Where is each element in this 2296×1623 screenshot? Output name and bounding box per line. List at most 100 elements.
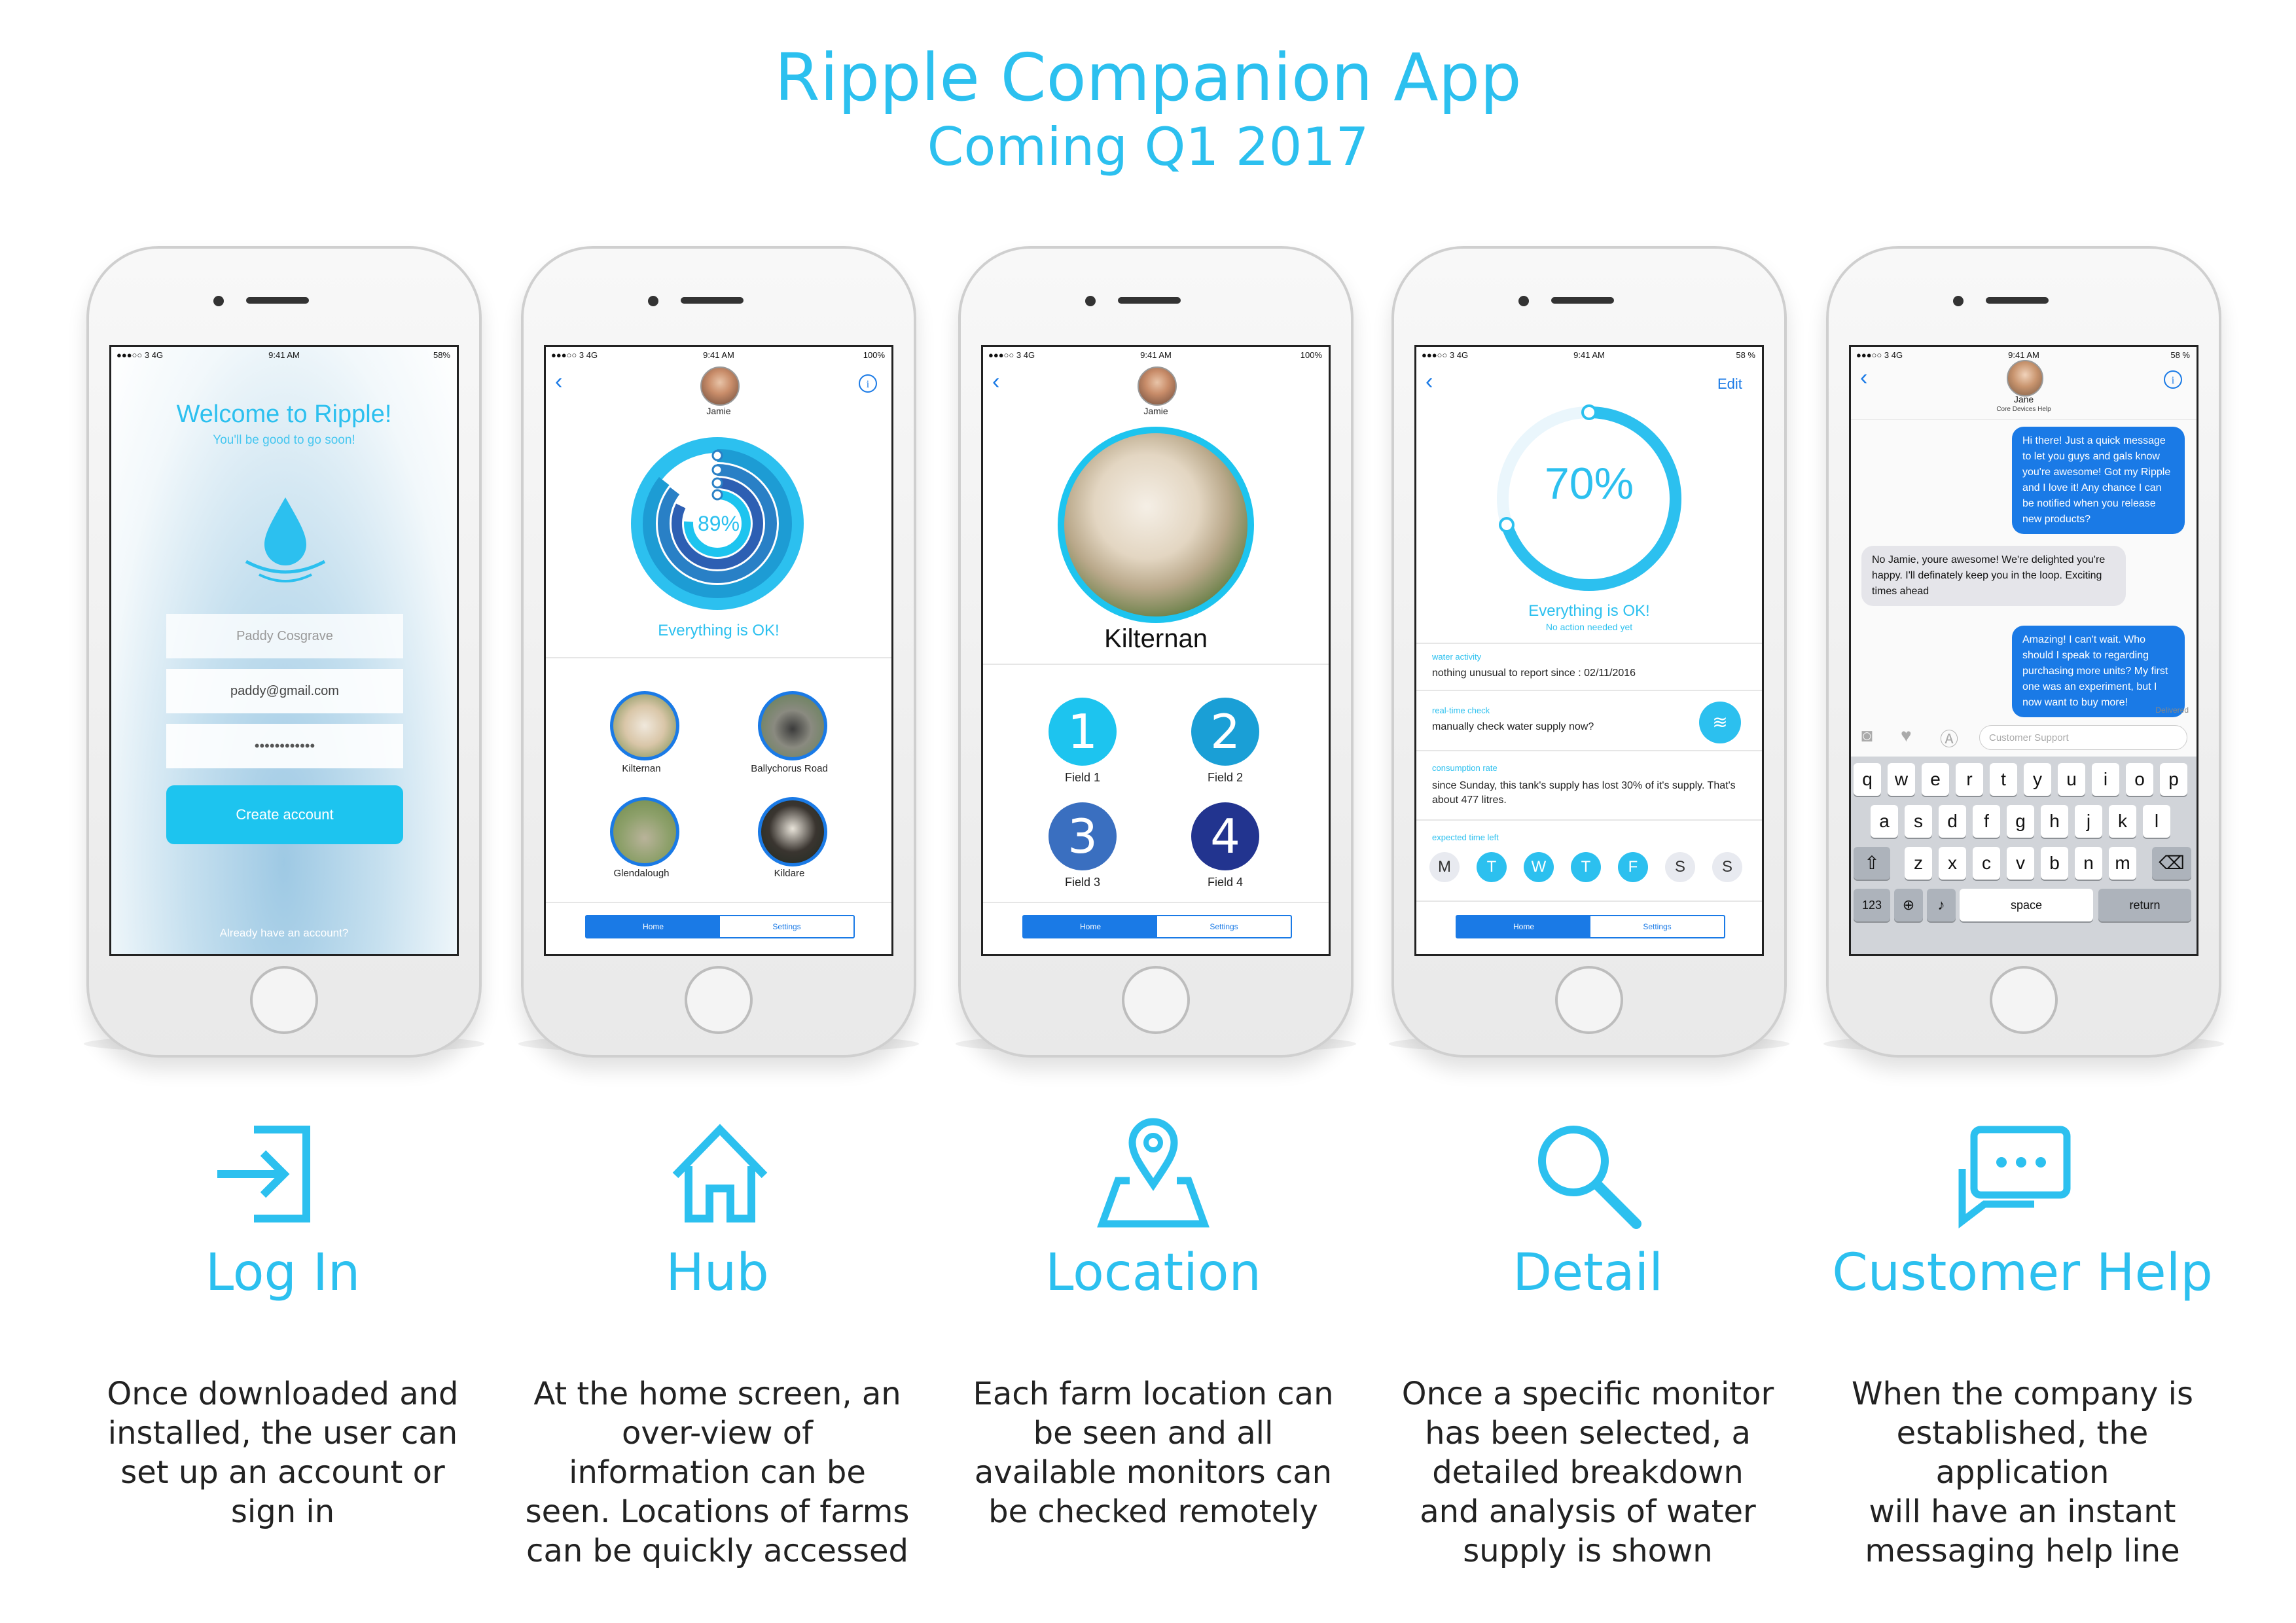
camera-icon[interactable]: ◙ (1861, 725, 1873, 746)
back-chevron-icon[interactable]: ‹ (555, 369, 562, 395)
desc-line: established, the application (1896, 1415, 2149, 1491)
feature-title: Hub (666, 1243, 769, 1302)
key[interactable]: n (2075, 847, 2102, 880)
globe-key-icon[interactable]: ⊕ (1894, 889, 1923, 921)
key[interactable]: p (2160, 763, 2187, 796)
welcome-heading: Welcome to Ripple! (176, 401, 392, 428)
realtime-check-button[interactable]: ≋ (1699, 702, 1741, 743)
key[interactable]: c (1973, 847, 2000, 880)
microphone-key-icon[interactable]: ♪ (1927, 889, 1956, 921)
day-chip[interactable]: T (1477, 852, 1507, 882)
detail-substatus: No action needed yet (1545, 622, 1633, 632)
back-chevron-icon[interactable]: ‹ (1426, 369, 1433, 395)
key[interactable]: x (1939, 847, 1966, 880)
return-key[interactable]: return (2098, 889, 2191, 921)
location-label: Glendalough (613, 868, 670, 879)
key[interactable]: d (1939, 805, 1966, 838)
tab-home[interactable]: Home (1024, 916, 1157, 937)
home-button[interactable] (1990, 966, 2058, 1034)
home-button[interactable] (1555, 966, 1623, 1034)
info-icon[interactable]: i (857, 373, 878, 394)
day-chip[interactable]: F (1618, 852, 1648, 882)
camera (1085, 296, 1096, 306)
tab-home[interactable]: Home (1457, 916, 1590, 937)
field-3-button[interactable]: 3 (1049, 802, 1117, 870)
space-key[interactable]: space (1960, 889, 2093, 921)
home-button[interactable] (1122, 966, 1190, 1034)
day-chip[interactable]: S (1712, 852, 1742, 882)
back-chevron-icon[interactable]: ‹ (1860, 365, 1867, 391)
day-chip[interactable]: M (1429, 852, 1460, 882)
location-thumb-glendalough[interactable] (610, 797, 679, 866)
edit-button[interactable]: Edit (1717, 376, 1742, 393)
password-field[interactable]: •••••••••••• (166, 724, 403, 768)
location-label: Kilternan (622, 763, 661, 774)
message-input[interactable]: Customer Support (1979, 725, 2187, 750)
email-field[interactable]: paddy@gmail.com (166, 669, 403, 713)
backspace-key-icon[interactable]: ⌫ (2152, 847, 2191, 880)
key[interactable]: h (2041, 805, 2068, 838)
key[interactable]: g (2007, 805, 2034, 838)
field-2-button[interactable]: 2 (1191, 698, 1259, 766)
sign-in-link[interactable]: Already have an account? (111, 927, 457, 940)
key[interactable]: q (1854, 763, 1881, 796)
tab-settings[interactable]: Settings (1590, 916, 1724, 937)
key[interactable]: v (2007, 847, 2034, 880)
key[interactable]: a (1871, 805, 1898, 838)
tab-settings[interactable]: Settings (1157, 916, 1291, 937)
key[interactable]: l (2143, 805, 2170, 838)
day-chip[interactable]: W (1524, 852, 1554, 882)
field-4-button[interactable]: 4 (1191, 802, 1259, 870)
phone-login: ●●●○○ 3 4G 9:41 AM 58% Welcome to Ripple! … (84, 246, 484, 1058)
tab-home[interactable]: Home (586, 916, 720, 937)
key[interactable]: j (2075, 805, 2102, 838)
message-received: No Jamie, youre awesome! We're delighted… (1861, 546, 2126, 606)
key[interactable]: u (2058, 763, 2085, 796)
key[interactable]: r (1956, 763, 1983, 796)
page-title: Ripple Companion App (774, 39, 1522, 116)
divider (1416, 643, 1762, 644)
key[interactable]: o (2126, 763, 2153, 796)
desc-line: At the home screen, an (533, 1376, 901, 1412)
key[interactable]: w (1888, 763, 1915, 796)
numbers-key[interactable]: 123 (1854, 889, 1890, 921)
key[interactable]: m (2109, 847, 2136, 880)
day-chip[interactable]: T (1571, 852, 1601, 882)
desc-line: installed, the user can (107, 1415, 458, 1452)
help-screen: ●●●○○ 3 4G 9:41 AM 58 % ‹ i Jane Core Devi… (1849, 345, 2198, 956)
shift-key-icon[interactable]: ⇧ (1854, 847, 1890, 880)
heart-icon[interactable]: ♥ (1901, 725, 1912, 746)
location-thumb-kildare[interactable] (758, 797, 827, 866)
desc-line: Once a specific monitor (1401, 1376, 1774, 1412)
key[interactable]: s (1905, 805, 1932, 838)
search-icon (1538, 1126, 1641, 1229)
location-thumb-ballychorus[interactable] (758, 691, 827, 760)
hub-status: Everything is OK! (658, 622, 780, 639)
key[interactable]: b (2041, 847, 2068, 880)
desc-line: Once downloaded and (107, 1376, 459, 1412)
field-label: Field 2 (1207, 771, 1244, 784)
info-icon[interactable]: i (2162, 369, 2183, 390)
desc-line: Each farm location can (973, 1376, 1334, 1412)
location-thumb-kilternan[interactable] (610, 691, 679, 760)
divider (1416, 819, 1762, 821)
name-field[interactable]: Paddy Cosgrave (166, 614, 403, 658)
home-button[interactable] (685, 966, 753, 1034)
key[interactable]: k (2109, 805, 2136, 838)
tab-settings[interactable]: Settings (720, 916, 853, 937)
back-chevron-icon[interactable]: ‹ (992, 369, 999, 395)
field-1-button[interactable]: 1 (1049, 698, 1117, 766)
key[interactable]: z (1905, 847, 1932, 880)
key[interactable]: t (1990, 763, 2017, 796)
create-account-button[interactable]: Create account (166, 785, 403, 844)
desc-line: sign in (230, 1493, 335, 1530)
home-button[interactable] (250, 966, 318, 1034)
key[interactable]: f (1973, 805, 2000, 838)
appstore-icon[interactable]: Ⓐ (1940, 725, 1958, 751)
key[interactable]: i (2092, 763, 2119, 796)
key[interactable]: e (1922, 763, 1949, 796)
hub-percent: 89% (697, 512, 740, 535)
phone-location: ●●●○○ 3 4G 9:41 AM 100% ‹ Jamie Kilternan … (956, 246, 1356, 1058)
day-chip[interactable]: S (1665, 852, 1695, 882)
key[interactable]: y (2024, 763, 2051, 796)
